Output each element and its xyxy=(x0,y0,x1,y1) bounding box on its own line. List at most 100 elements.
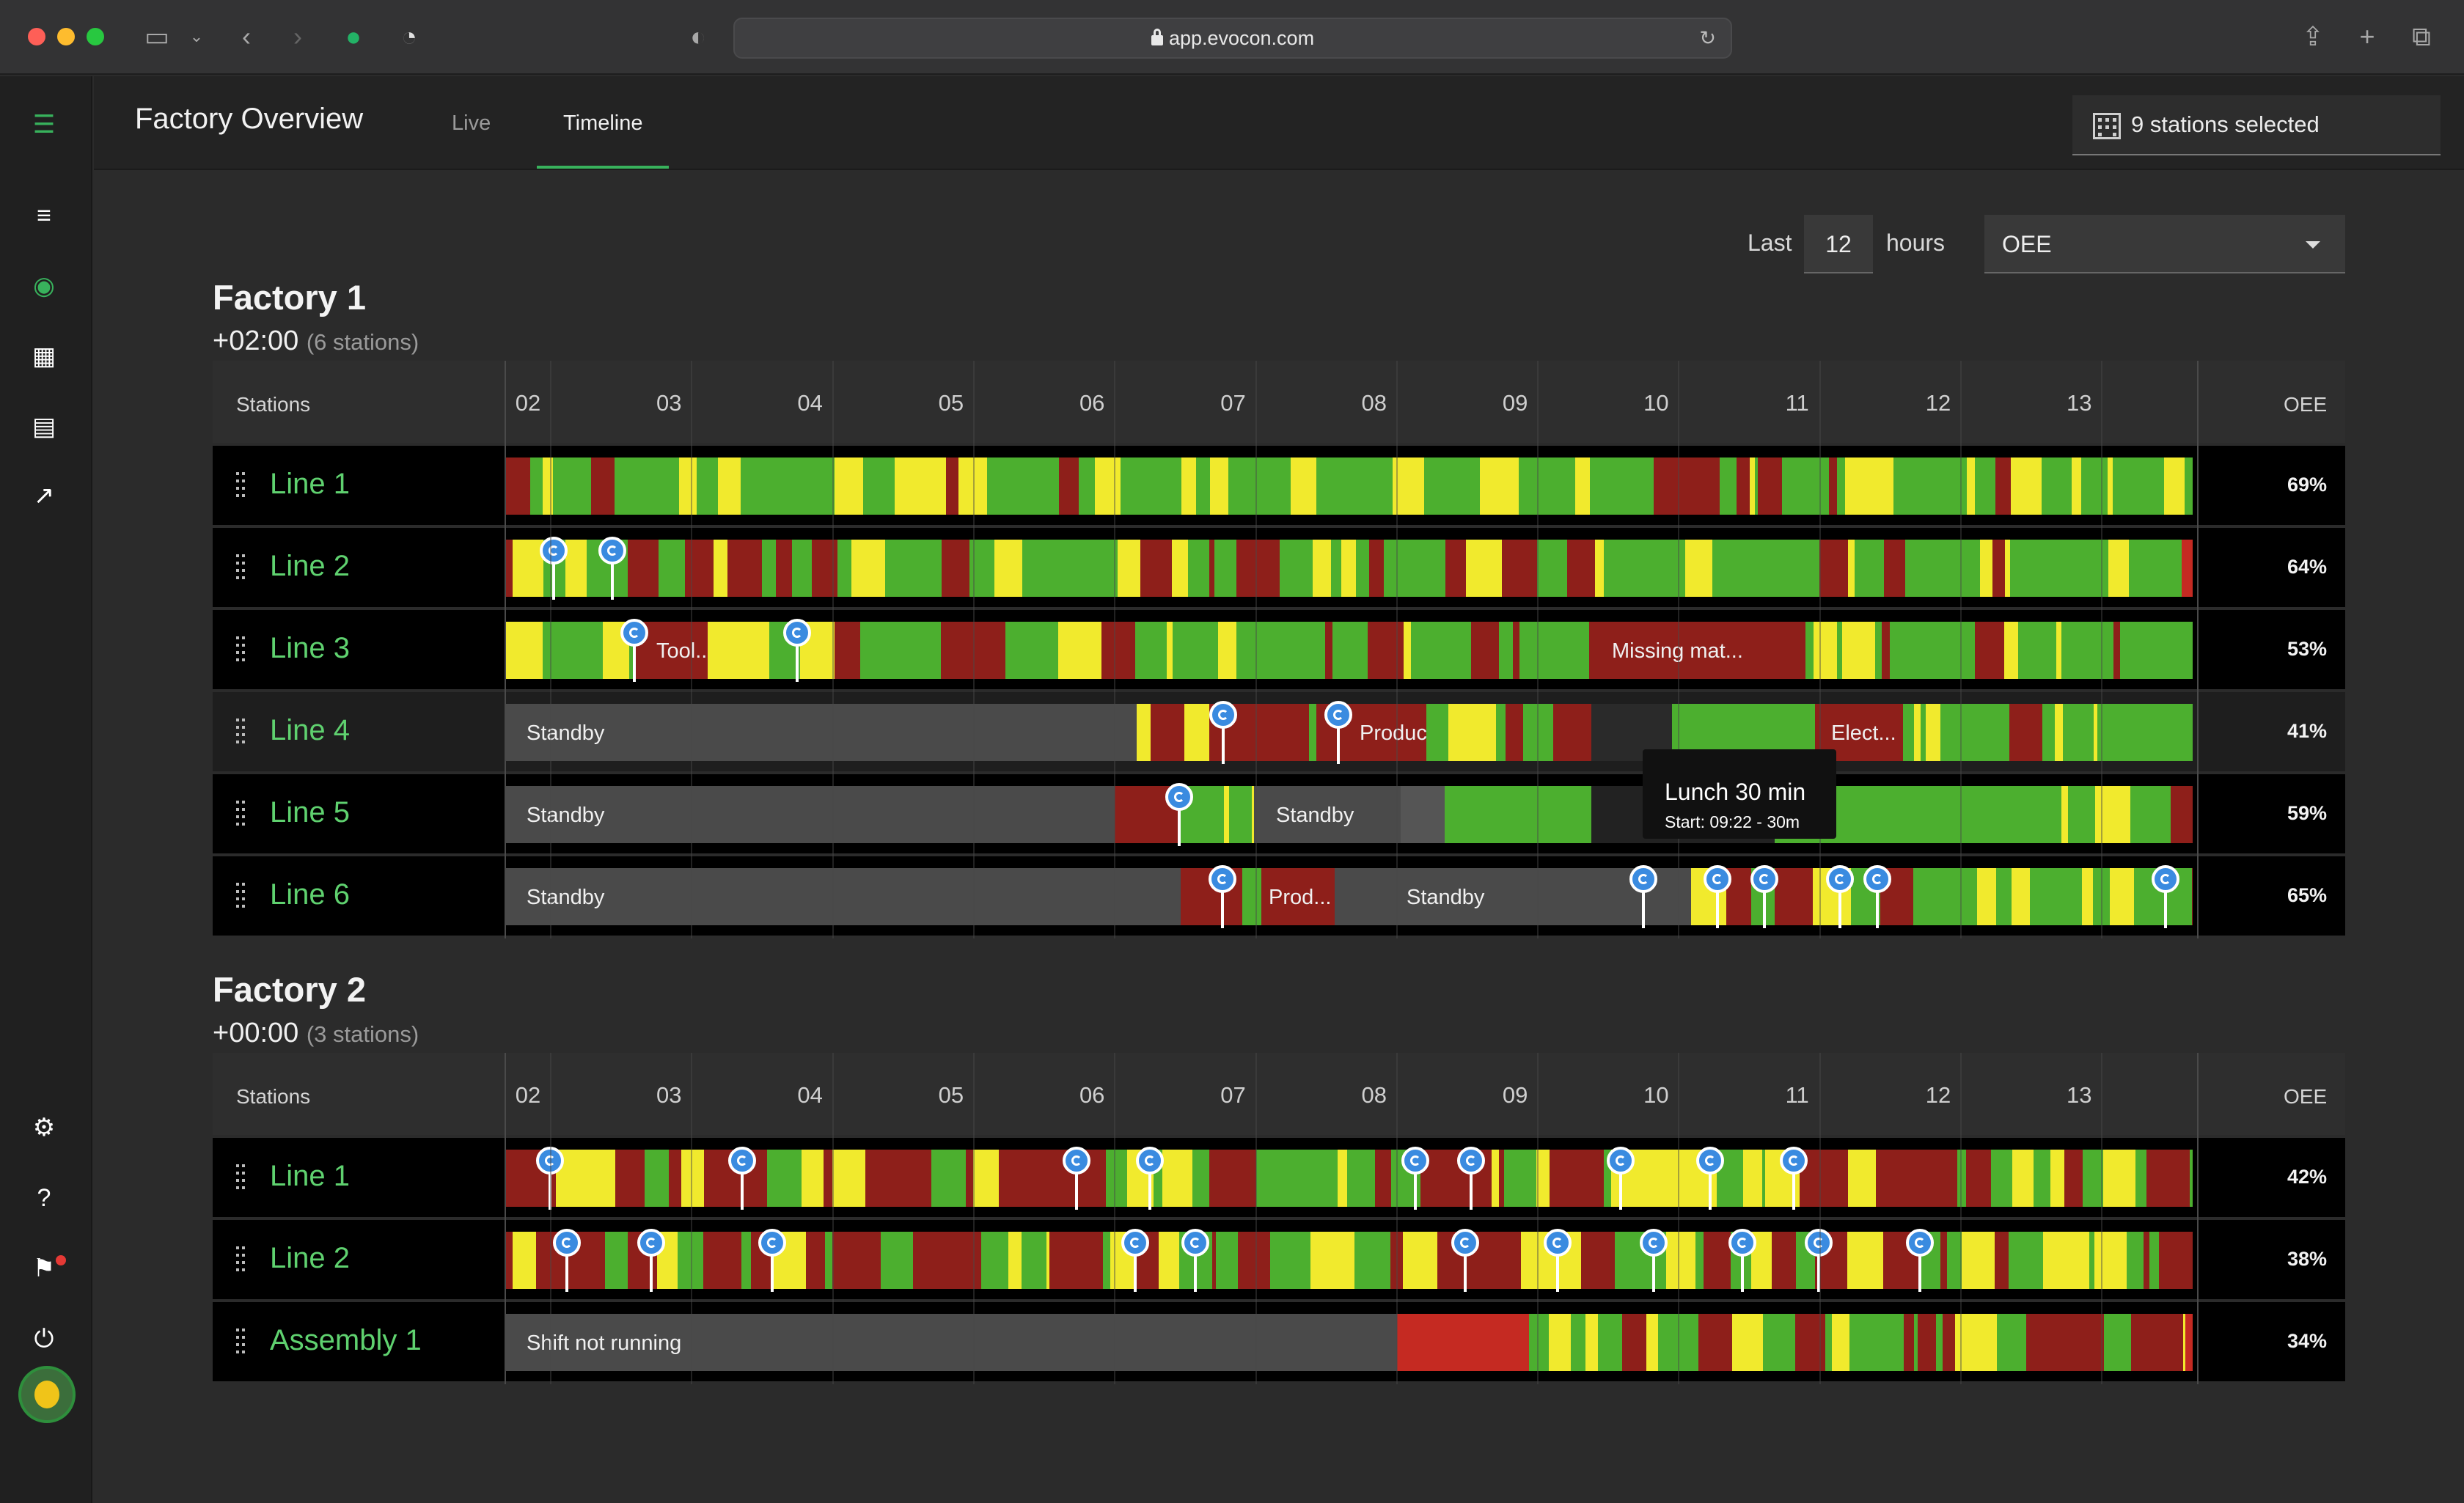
timeline-segment[interactable] xyxy=(1089,622,1101,679)
station-row[interactable]: Line 2 64% xyxy=(213,528,2345,607)
address-bar[interactable]: app.evocon.com ↻ xyxy=(733,18,1732,59)
timeline-segment[interactable] xyxy=(1662,540,1685,597)
timeline-segment[interactable] xyxy=(1949,622,1975,679)
timeline-segment[interactable] xyxy=(2012,1150,2034,1207)
timeline-segment[interactable] xyxy=(806,1232,825,1289)
timeline-segment[interactable] xyxy=(1550,1150,1575,1207)
timeline-segment[interactable] xyxy=(2129,540,2156,597)
timeline-segment[interactable] xyxy=(1571,1314,1585,1371)
drag-handle-icon[interactable] xyxy=(236,719,245,745)
timeline-segment[interactable] xyxy=(1354,1232,1390,1289)
timeline-segment[interactable] xyxy=(1200,786,1206,843)
changeover-marker-icon[interactable] xyxy=(1728,1229,1756,1295)
timeline-segment[interactable] xyxy=(1658,1314,1684,1371)
timeline-segment[interactable] xyxy=(1848,1150,1876,1207)
timeline-segment[interactable] xyxy=(895,457,923,515)
timeline-segment[interactable] xyxy=(875,1150,898,1207)
timeline-segment[interactable] xyxy=(2158,1150,2178,1207)
changeover-marker-icon[interactable] xyxy=(1696,1147,1724,1213)
timeline-segment[interactable] xyxy=(824,1150,832,1207)
timeline-segment[interactable] xyxy=(1496,704,1506,761)
changeover-marker-icon[interactable] xyxy=(1704,865,1731,931)
timeline-segment[interactable] xyxy=(1842,622,1875,679)
timeline-segment[interactable] xyxy=(1743,1150,1762,1207)
tab-timeline[interactable]: Timeline xyxy=(563,111,643,136)
changeover-marker-icon[interactable] xyxy=(1136,1147,1164,1213)
timeline-segment[interactable] xyxy=(1734,540,1760,597)
changeover-marker-icon[interactable] xyxy=(1780,1147,1808,1213)
timeline-segment[interactable] xyxy=(1426,704,1448,761)
changeover-marker-icon[interactable] xyxy=(1165,783,1193,849)
timeline-segment[interactable] xyxy=(567,622,603,679)
timeline-segment[interactable] xyxy=(628,540,659,597)
timeline-segment[interactable] xyxy=(2131,1314,2156,1371)
timeline-segment[interactable] xyxy=(2113,622,2120,679)
changeover-marker-icon[interactable] xyxy=(783,619,811,685)
timeline-segment[interactable] xyxy=(2156,540,2171,597)
timeline-segment[interactable] xyxy=(1307,1150,1338,1207)
timeline-segment[interactable] xyxy=(565,540,587,597)
timeline-segment[interactable] xyxy=(1244,704,1260,761)
timeline-segment[interactable] xyxy=(649,457,661,515)
timeline-segment[interactable] xyxy=(1368,622,1404,679)
timeline-segment[interactable] xyxy=(881,1232,913,1289)
timeline-segment[interactable] xyxy=(931,1150,966,1207)
timeline-segment[interactable] xyxy=(1411,540,1426,597)
timeline-segment[interactable] xyxy=(1255,457,1291,515)
timeline-segment[interactable] xyxy=(615,457,649,515)
settings-icon[interactable]: ⚙ xyxy=(26,1110,62,1145)
timeline-segment[interactable] xyxy=(1666,1232,1695,1289)
timeline-segment[interactable] xyxy=(1331,540,1341,597)
timeline-segment[interactable] xyxy=(1196,457,1210,515)
timeline-segment[interactable] xyxy=(679,457,690,515)
dashboard-icon[interactable]: ▦ xyxy=(26,339,62,374)
timeline-segment[interactable] xyxy=(1541,457,1575,515)
timeline-segment[interactable] xyxy=(2192,868,2193,925)
timeline-segment[interactable] xyxy=(2123,540,2129,597)
drag-handle-icon[interactable] xyxy=(236,554,245,581)
timeline-segment[interactable] xyxy=(2095,786,2124,843)
timeline-segment[interactable] xyxy=(1334,1232,1354,1289)
timeline-segment[interactable] xyxy=(1266,622,1293,679)
timeline-segment[interactable] xyxy=(1085,540,1118,597)
changeover-marker-icon[interactable] xyxy=(1826,865,1854,931)
timeline-segment[interactable] xyxy=(1521,1232,1544,1289)
timeline-segment[interactable] xyxy=(1918,1314,1936,1371)
timeline-segment[interactable] xyxy=(792,540,812,597)
timeline-segment[interactable] xyxy=(1294,704,1309,761)
timeline-segment[interactable] xyxy=(605,1232,628,1289)
timeline-segment[interactable] xyxy=(1695,1232,1704,1289)
timeline-segment[interactable] xyxy=(1562,540,1567,597)
timeline-segment[interactable] xyxy=(860,622,890,679)
timeline-segment[interactable] xyxy=(1758,457,1782,515)
timeline-segment[interactable] xyxy=(2029,786,2061,843)
timeline-segment[interactable] xyxy=(1712,540,1734,597)
changeover-marker-icon[interactable] xyxy=(1181,1229,1209,1295)
drag-handle-icon[interactable] xyxy=(236,636,245,663)
timeline-segment[interactable] xyxy=(1501,457,1519,515)
timeline-segment[interactable] xyxy=(1404,622,1411,679)
timeline-segment[interactable] xyxy=(1772,1314,1778,1371)
timeline-segment[interactable] xyxy=(2122,704,2157,761)
timeline-segment[interactable] xyxy=(767,1150,802,1207)
flag-icon[interactable]: ⚑ xyxy=(26,1251,66,1286)
back-icon[interactable]: ‹ xyxy=(229,19,264,54)
timeline-segment[interactable] xyxy=(1011,457,1039,515)
timeline-segment[interactable] xyxy=(659,540,685,597)
timeline-segment[interactable] xyxy=(1285,1232,1310,1289)
station-row[interactable]: Line 4 41% Standby Product cha... Elect... xyxy=(213,692,2345,771)
timeline-segment[interactable] xyxy=(2061,786,2068,843)
timeline-segment[interactable] xyxy=(1832,1314,1849,1371)
timeline-segment[interactable] xyxy=(1335,457,1357,515)
changeover-marker-icon[interactable] xyxy=(1063,1147,1090,1213)
timeline-segment[interactable] xyxy=(2146,1150,2158,1207)
changeover-marker-icon[interactable] xyxy=(1640,1229,1668,1295)
timeline-segment[interactable] xyxy=(755,1150,767,1207)
help-icon[interactable]: ? xyxy=(26,1180,62,1216)
timeline-segment[interactable] xyxy=(1995,1232,2009,1289)
timeline-segment[interactable] xyxy=(2011,457,2042,515)
changeover-marker-icon[interactable] xyxy=(1863,865,1891,931)
timeline-segment[interactable] xyxy=(923,457,946,515)
timeline-segment[interactable] xyxy=(1805,622,1814,679)
timeline-segment[interactable] xyxy=(1737,457,1750,515)
